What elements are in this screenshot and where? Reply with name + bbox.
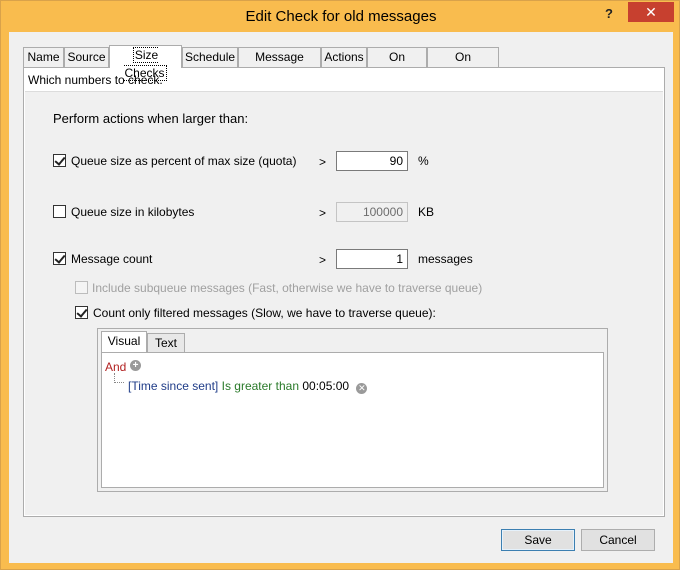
root-operator[interactable]: And <box>105 360 126 374</box>
filtered-checkbox[interactable] <box>75 306 88 319</box>
kilobytes-checkbox[interactable] <box>53 205 66 218</box>
title-bar[interactable]: Edit Check for old messages ? ✕ <box>1 1 680 32</box>
help-button[interactable]: ? <box>598 4 620 24</box>
tab-schedule[interactable]: Schedule <box>182 47 238 67</box>
section-heading: Perform actions when larger than: <box>53 111 249 126</box>
filter-tab-visual[interactable]: Visual <box>101 331 147 352</box>
condition-field[interactable]: [Time since sent] <box>128 379 218 393</box>
cancel-button[interactable]: Cancel <box>581 529 655 551</box>
tab-on-failure[interactable]: On Failure <box>367 47 427 82</box>
tab-message-filter[interactable]: Message Filter <box>238 47 321 82</box>
quota-unit: % <box>418 154 429 168</box>
tab-actions[interactable]: Actions <box>321 47 367 67</box>
dialog-window: Edit Check for old messages ? ✕ Name Sou… <box>0 0 680 570</box>
dialog-client: Name Source Size Checks Schedule Message… <box>9 32 673 563</box>
filter-tab-text[interactable]: Text <box>147 333 185 352</box>
tab-source[interactable]: Source <box>64 47 109 67</box>
subqueue-checkbox[interactable] <box>75 281 88 294</box>
kilobytes-unit: KB <box>418 205 435 219</box>
save-button[interactable]: Save <box>501 529 575 551</box>
tree-connector <box>114 373 124 383</box>
window-title: Edit Check for old messages <box>245 8 437 25</box>
filter-editor: Visual Text And + [Time since sent] Is g… <box>97 328 608 492</box>
quota-operator: > <box>319 155 327 169</box>
size-checks-page: Which numbers to check. Perform actions … <box>23 67 665 517</box>
page-content: Perform actions when larger than: Queue … <box>25 91 663 515</box>
message-count-label: Message count <box>71 252 153 266</box>
tab-size-checks[interactable]: Size Checks <box>109 45 182 81</box>
message-count-unit: messages <box>418 252 473 266</box>
message-count-checkbox[interactable] <box>53 252 66 265</box>
kilobytes-label: Queue size in kilobytes <box>71 205 195 219</box>
message-count-input[interactable]: 1 <box>336 249 408 269</box>
quota-label: Queue size as percent of max size (quota… <box>71 154 297 168</box>
x-circle-icon[interactable]: ✕ <box>356 383 368 394</box>
tab-on-recovery[interactable]: On Recovery <box>427 47 499 82</box>
message-count-operator: > <box>319 253 327 267</box>
kilobytes-input[interactable]: 100000 <box>336 202 408 222</box>
filter-visual-area[interactable]: And + [Time since sent] Is greater than … <box>101 352 604 488</box>
tab-name[interactable]: Name <box>23 47 64 67</box>
kilobytes-operator: > <box>319 206 327 220</box>
close-button[interactable]: ✕ <box>628 2 674 22</box>
condition-operator[interactable]: Is greater than <box>222 379 299 393</box>
subqueue-label: Include subqueue messages (Fast, otherwi… <box>92 281 483 295</box>
filter-condition[interactable]: [Time since sent] Is greater than 00:05:… <box>128 379 368 394</box>
filtered-label: Count only filtered messages (Slow, we h… <box>93 306 436 320</box>
plus-circle-icon[interactable]: + <box>130 360 141 371</box>
quota-input[interactable]: 90 <box>336 151 408 171</box>
quota-checkbox[interactable] <box>53 154 66 167</box>
condition-value[interactable]: 00:05:00 <box>302 379 349 393</box>
